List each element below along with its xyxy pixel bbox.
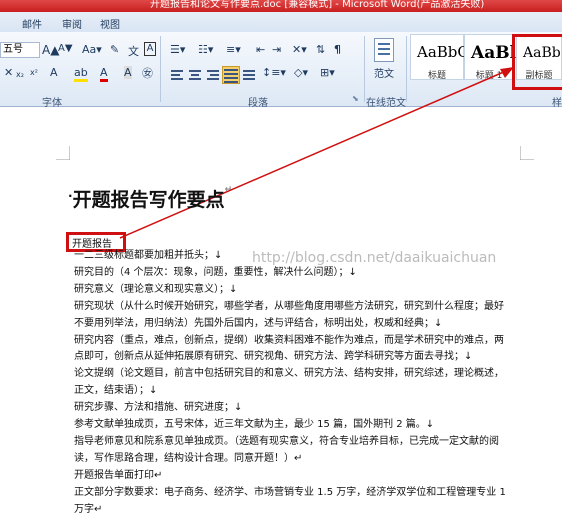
page-title: ·开题报告写作要点 ↵ <box>68 185 233 211</box>
body-line: 读，写作思路合理，结构设计合理。同意开题！）↵ <box>74 452 303 464</box>
body-line: 研究内容（重点，难点，创新点，提纲）收集资料困难不能作为难点，而是学术研究中的难… <box>74 334 504 346</box>
body-line: 研究目的（4 个层次：现象，问题，重要性，解决什么问题）；↓ <box>74 266 357 278</box>
heading-text: 开题报告写作要点 <box>72 189 225 211</box>
body-line: 开题报告单面打印↵ <box>74 469 163 481</box>
body-line: 参考文献单独成页，五号宋体，近三年文献为主，最少 15 篇，国外期刊 2 篇。↓ <box>74 419 435 431</box>
body-line: 点即可，创新点从延伸拓展原有研究、研究视角、研究方法、跨学科研究等方面去寻找；↓ <box>74 351 473 363</box>
body-line: 万字↵ <box>74 503 103 515</box>
body-line: 论文提纲（论文题目，前言中包括研究目的和意义、研究方法、结构安排，研究综述，理论… <box>74 368 504 380</box>
body-line: 指导老师意见和院系意见单独成页。（选题有现实意义，符合专业培养目标，已完成一定文… <box>74 435 499 447</box>
body-line: 研究步骤、方法和措施、研究进度；↓ <box>74 402 243 414</box>
body-line: 正文部分字数要求：电子商务、经济学、市场营销专业 1.5 万字，经济学双学位和工… <box>74 486 506 498</box>
body-line: 不要用列举法，用归纳法）先国外后国内，述与评结合，标明出处，权威和经典；↓ <box>74 317 443 329</box>
body-line: 研究意义（理论意义和现实意义）；↓ <box>74 283 238 295</box>
body-line: 一二三级标题都要加粗并抵头；↓ <box>74 250 223 261</box>
body-line: 正文，结束语）；↓ <box>74 385 158 397</box>
body-line: 研究现状（从什么时候开始研究，哪些学者，从哪些角度用哪些方法研究，研究到什么程度… <box>74 300 504 312</box>
document-body: 一二三级标题都要加粗并抵头；↓ 研究目的（4 个层次：现象，问题，重要性，解决什… <box>74 248 529 519</box>
